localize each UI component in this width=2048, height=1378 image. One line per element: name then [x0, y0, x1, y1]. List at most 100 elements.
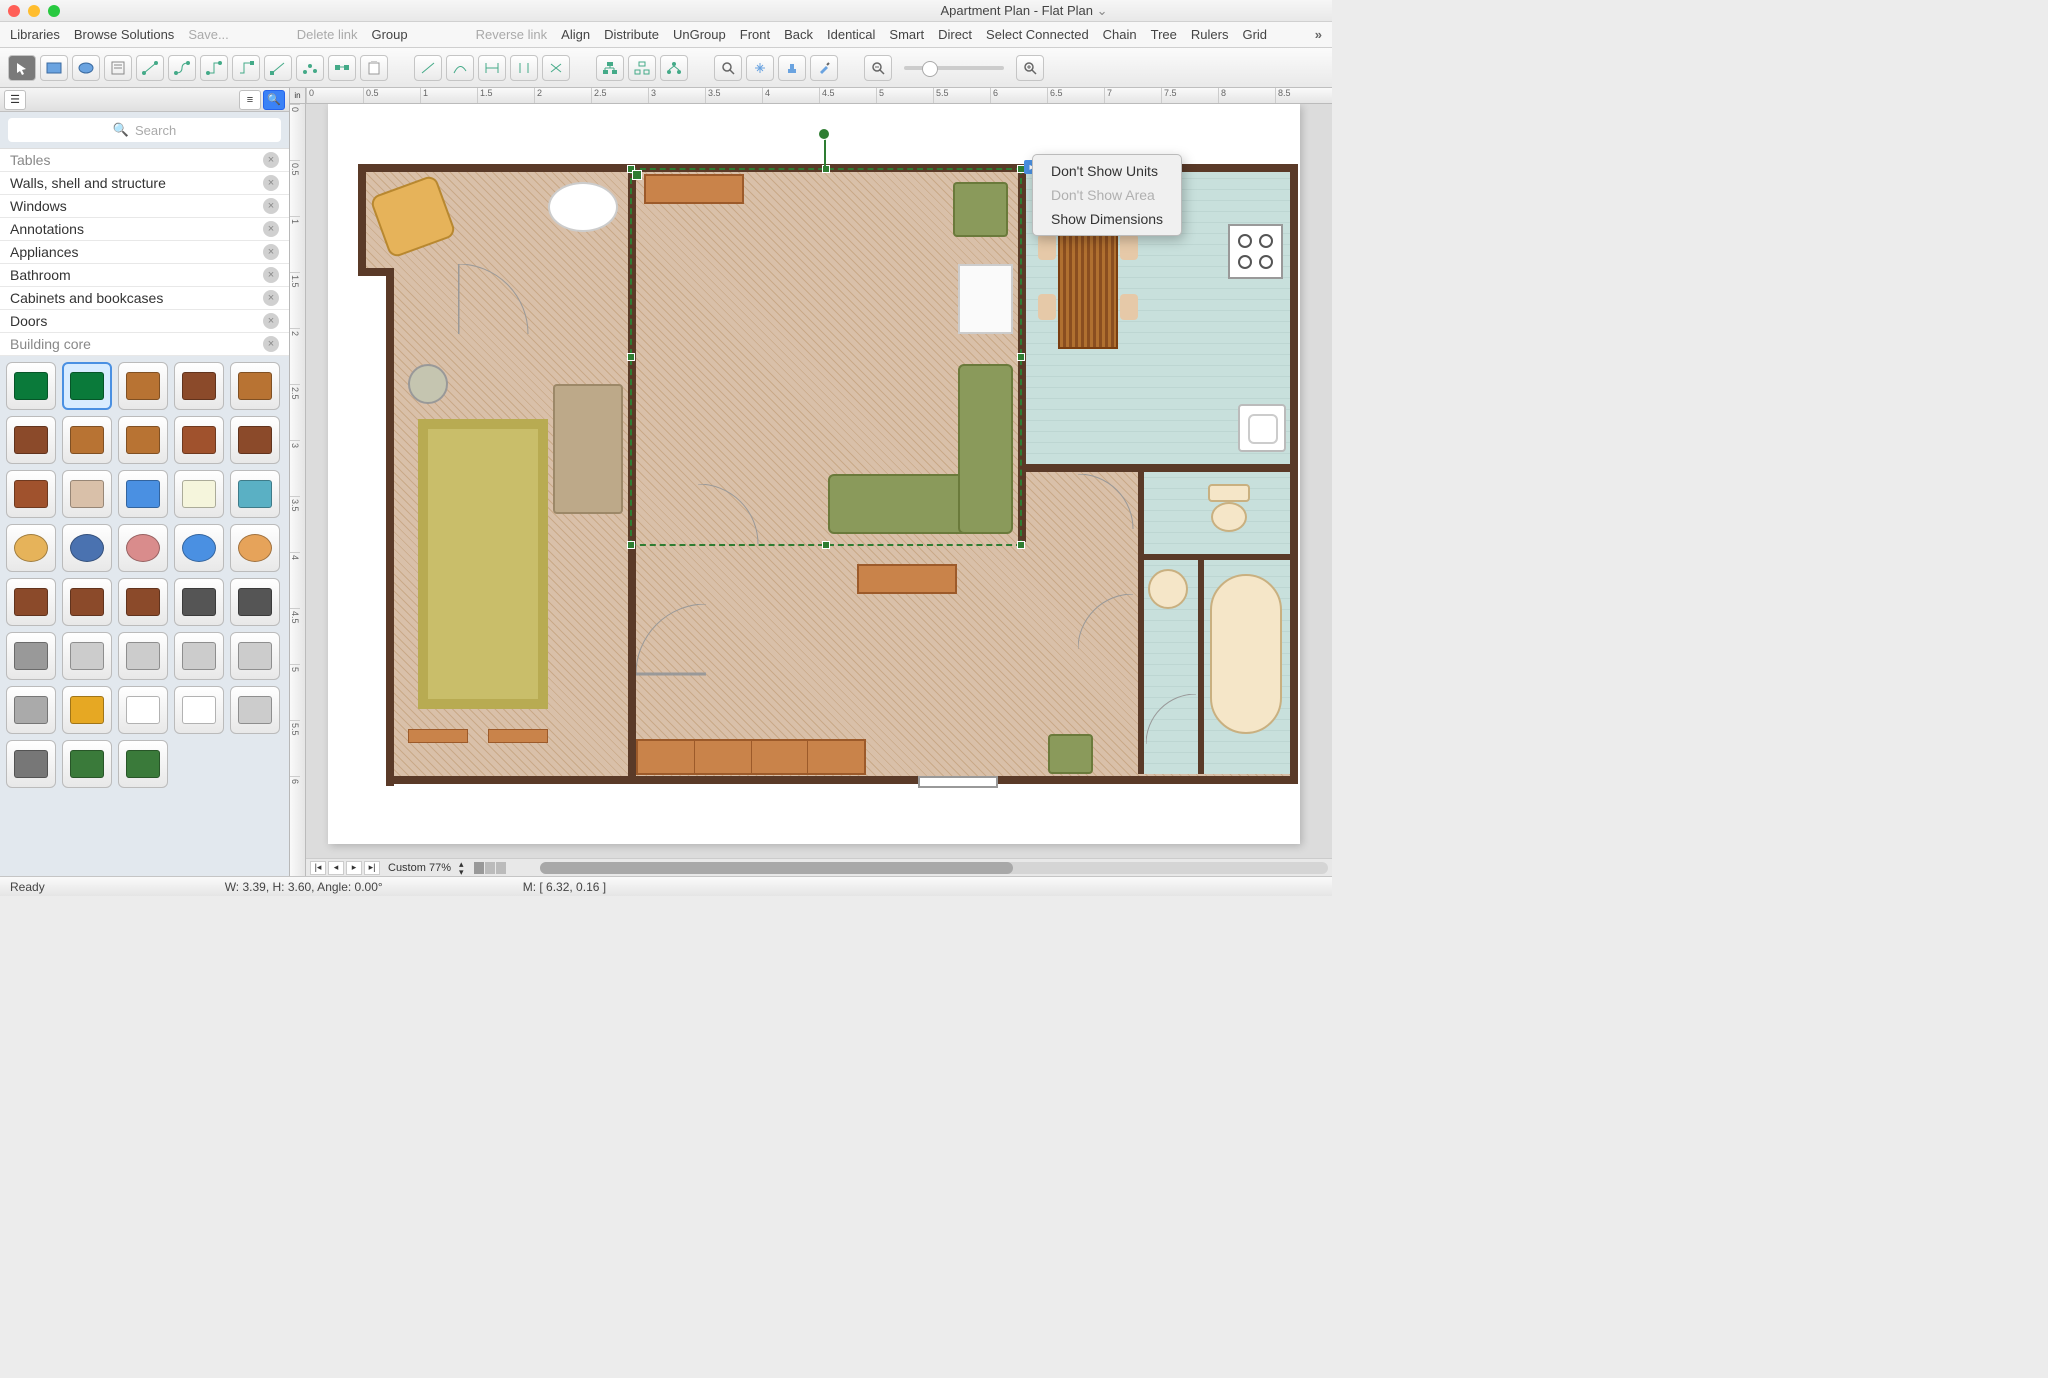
tool-connector-2[interactable]	[168, 55, 196, 81]
desk[interactable]	[553, 384, 623, 514]
dining-chair[interactable]	[1038, 234, 1056, 260]
close-icon[interactable]: ×	[263, 198, 279, 214]
category-item[interactable]: Windows×	[0, 195, 289, 218]
menu-item-dont-show-area[interactable]: Don't Show Area	[1033, 183, 1181, 207]
door-arc[interactable]	[698, 484, 768, 554]
library-shape[interactable]	[230, 524, 280, 572]
library-shape[interactable]	[174, 578, 224, 626]
library-shape[interactable]	[230, 362, 280, 410]
library-shape[interactable]	[118, 740, 168, 788]
tool-ellipse[interactable]	[72, 55, 100, 81]
category-item[interactable]: Tables×	[0, 149, 289, 172]
zoom-out-button[interactable]	[864, 55, 892, 81]
office-chair[interactable]	[408, 364, 448, 404]
library-shape[interactable]	[62, 686, 112, 734]
tool-connector-1[interactable]	[136, 55, 164, 81]
cabinet[interactable]	[857, 564, 957, 594]
close-icon[interactable]: ×	[263, 336, 279, 352]
bathtub[interactable]	[1210, 574, 1282, 734]
door-arc[interactable]	[1146, 694, 1201, 749]
dining-table[interactable]	[1058, 219, 1118, 349]
category-item[interactable]: Appliances×	[0, 241, 289, 264]
tool-eyedropper[interactable]	[810, 55, 838, 81]
category-item[interactable]: Doors×	[0, 310, 289, 333]
library-shape[interactable]	[62, 740, 112, 788]
menu-direct[interactable]: Direct	[938, 27, 972, 42]
tool-select[interactable]	[8, 55, 36, 81]
door-arc[interactable]	[1078, 594, 1138, 654]
zoom-level-label[interactable]: Custom 77%	[384, 862, 455, 874]
floor-plan[interactable]: ▸	[358, 164, 1298, 794]
category-item[interactable]: Annotations×	[0, 218, 289, 241]
chair[interactable]	[1048, 734, 1093, 774]
toilet[interactable]	[1208, 484, 1250, 534]
library-shape[interactable]	[118, 470, 168, 518]
wall[interactable]	[358, 268, 394, 276]
close-icon[interactable]: ×	[263, 221, 279, 237]
library-shape[interactable]	[6, 362, 56, 410]
tool-text[interactable]	[104, 55, 132, 81]
category-item[interactable]: Walls, shell and structure×	[0, 172, 289, 195]
prev-page-button[interactable]: ◂	[328, 861, 344, 875]
library-shape[interactable]	[62, 578, 112, 626]
library-shape[interactable]	[62, 470, 112, 518]
tool-tree-2[interactable]	[628, 55, 656, 81]
page-thumb-icon[interactable]	[485, 862, 495, 874]
shelf[interactable]	[408, 729, 468, 743]
dining-chair[interactable]	[1120, 294, 1138, 320]
zoom-slider[interactable]	[904, 66, 1004, 70]
close-icon[interactable]: ×	[263, 267, 279, 283]
tool-line-4[interactable]	[510, 55, 538, 81]
library-shape[interactable]	[6, 578, 56, 626]
library-shape[interactable]	[174, 524, 224, 572]
first-page-button[interactable]: |◂	[310, 861, 326, 875]
tool-line-2[interactable]	[446, 55, 474, 81]
menu-reverse-link[interactable]: Reverse link	[476, 27, 548, 42]
dining-chair[interactable]	[1038, 294, 1056, 320]
library-shape[interactable]	[174, 416, 224, 464]
library-shape[interactable]	[174, 470, 224, 518]
tool-tree-1[interactable]	[596, 55, 624, 81]
door-arc[interactable]	[636, 604, 716, 684]
minimize-window-icon[interactable]	[28, 5, 40, 17]
tool-pan[interactable]	[746, 55, 774, 81]
category-item[interactable]: Cabinets and bookcases×	[0, 287, 289, 310]
menu-grid[interactable]: Grid	[1242, 27, 1267, 42]
menu-select-connected[interactable]: Select Connected	[986, 27, 1089, 42]
menu-browse-solutions[interactable]: Browse Solutions	[74, 27, 174, 42]
library-shape[interactable]	[62, 362, 112, 410]
tool-zoom[interactable]	[714, 55, 742, 81]
rug[interactable]	[418, 419, 548, 709]
sofa-section[interactable]	[958, 364, 1013, 534]
tool-line-1[interactable]	[414, 55, 442, 81]
menu-front[interactable]: Front	[740, 27, 770, 42]
panel-toggle-icon[interactable]: ☰	[4, 90, 26, 110]
wall[interactable]	[386, 274, 394, 786]
menu-chain[interactable]: Chain	[1103, 27, 1137, 42]
drawing-page[interactable]: ▸ Don't Show Units Don't Show Area Show …	[328, 104, 1300, 844]
tool-clipboard[interactable]	[360, 55, 388, 81]
library-shape[interactable]	[118, 686, 168, 734]
library-shape[interactable]	[118, 632, 168, 680]
category-item[interactable]: Bathroom×	[0, 264, 289, 287]
close-window-icon[interactable]	[8, 5, 20, 17]
round-sink[interactable]	[548, 182, 618, 232]
shelf[interactable]	[488, 729, 548, 743]
library-shape[interactable]	[62, 632, 112, 680]
close-icon[interactable]: ×	[263, 175, 279, 191]
menu-back[interactable]: Back	[784, 27, 813, 42]
menu-delete-link[interactable]: Delete link	[297, 27, 358, 42]
library-shape[interactable]	[174, 686, 224, 734]
menu-ungroup[interactable]: UnGroup	[673, 27, 726, 42]
zoom-stepper-icon[interactable]: ▴▾	[459, 860, 464, 876]
wall[interactable]	[1018, 464, 1290, 472]
door-arc[interactable]	[458, 264, 538, 344]
library-search[interactable]: 🔍 Search	[8, 118, 281, 142]
close-icon[interactable]: ×	[263, 152, 279, 168]
menu-tree[interactable]: Tree	[1151, 27, 1177, 42]
library-shape[interactable]	[230, 578, 280, 626]
bathroom-sink[interactable]	[1148, 569, 1188, 609]
library-shape[interactable]	[230, 686, 280, 734]
library-shape[interactable]	[6, 740, 56, 788]
door-arc[interactable]	[1078, 474, 1138, 534]
